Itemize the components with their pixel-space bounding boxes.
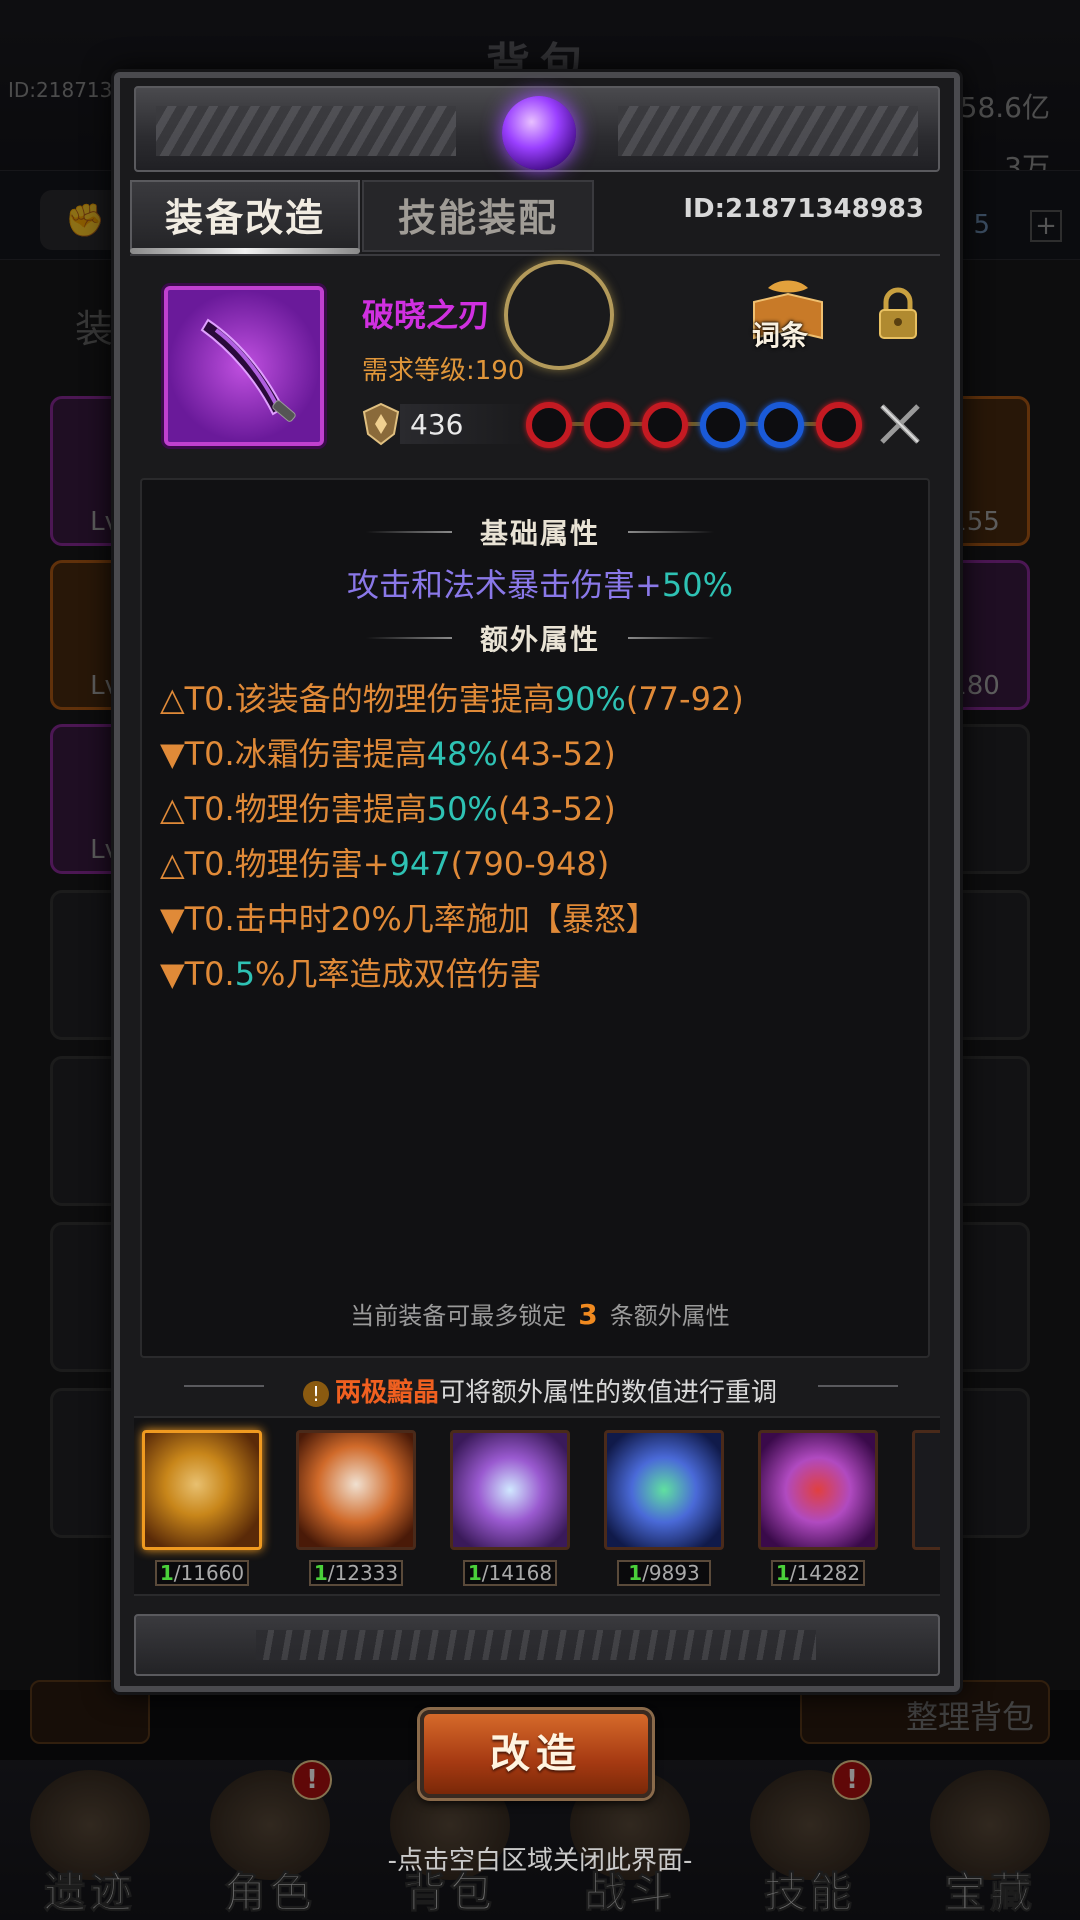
entry-button-label: 词条 [752, 319, 809, 352]
owned-count: 1 [775, 1561, 790, 1585]
owned-count: 1 [467, 1561, 482, 1585]
attribute-value: 5 [234, 955, 256, 993]
gem-socket-red[interactable] [526, 402, 572, 448]
attribute-value: 50% [426, 790, 498, 828]
material-count: 1/14168 [463, 1560, 557, 1586]
tab-skill-equip[interactable]: 技能装配 [362, 180, 594, 252]
extra-attribute[interactable]: ▼T0.击中时20%几率施加【暴怒】 [160, 894, 744, 949]
gem-socket-red[interactable] [584, 402, 630, 448]
material-count: 1/14282 [771, 1560, 865, 1586]
extra-attribute[interactable]: △T0.物理伤害+947(790-948) [160, 839, 744, 894]
panel-bottom-ornament [134, 1614, 940, 1676]
base-attribute: 攻击和法术暴击伤害+50% [0, 560, 1080, 606]
note-text: 条额外属性 [609, 1302, 730, 1330]
extra-attribute[interactable]: ▼T0.冰霜伤害提高48%(43-52) [160, 729, 744, 784]
screen: 背包 ID:218713 58.6亿 .3万 ✊ 5 + 装 Lv 155 Lv… [0, 0, 1080, 1920]
divider [130, 254, 940, 256]
socket-chain [530, 422, 860, 426]
masks-icon [296, 1430, 416, 1550]
lock-count: 3 [578, 1298, 598, 1331]
blade-icon [200, 318, 296, 422]
required-count: /14168 [481, 1561, 553, 1585]
ornament-claw [156, 106, 456, 156]
owned-count: 1 [628, 1561, 643, 1585]
material-item-partial[interactable] [912, 1430, 940, 1550]
attribute-range: (77-92) [625, 680, 744, 718]
attribute-text: △T0.该装备的物理伤害提高 [160, 680, 555, 718]
material-count: 1/12333 [309, 1560, 403, 1586]
attribute-value: 947 [389, 845, 451, 883]
extra-attribute-list: △T0.该装备的物理伤害提高90%(77-92) ▼T0.冰霜伤害提高48%(4… [160, 674, 744, 1004]
crystal-geode-icon [450, 1430, 570, 1550]
attribute-text: △T0.物理伤害提高 [160, 790, 427, 828]
extra-attribute[interactable]: △T0.物理伤害提高50%(43-52) [160, 784, 744, 839]
reforge-button[interactable]: 改造 [420, 1710, 652, 1798]
purple-orb-icon [502, 96, 576, 170]
yin-yang-stone-icon [142, 1430, 262, 1550]
attribute-range: %几率造成双倍伤害 [255, 955, 542, 993]
focus-ring-indicator [504, 260, 614, 370]
gem-socket-red[interactable] [642, 402, 688, 448]
attribute-value: 48% [426, 735, 498, 773]
gem-socket-blue[interactable] [758, 402, 804, 448]
attribute-value: 90% [554, 680, 626, 718]
hint-text: 可将额外属性的数值进行重调 [439, 1378, 778, 1408]
material-item[interactable]: 1/11660 [142, 1430, 262, 1586]
attribute-value: 50% [661, 566, 733, 604]
material-item[interactable]: 1/14282 [758, 1430, 878, 1586]
gem-socket-blue[interactable] [700, 402, 746, 448]
material-list[interactable]: 1/11660 1/12333 1/14168 1/9893 1/14282 [134, 1416, 940, 1596]
lock-icon[interactable] [876, 286, 920, 342]
material-count: 1/11660 [155, 1560, 249, 1586]
item-id: ID:21871348983 [683, 194, 924, 224]
note-text: 当前装备可最多锁定 [350, 1302, 567, 1330]
attribute-range: (43-52) [497, 790, 616, 828]
crossed-swords-icon[interactable] [876, 400, 924, 448]
attribute-text: 攻击和法术暴击伤害+ [347, 566, 662, 604]
material-name: 两极黯晶 [334, 1378, 439, 1408]
required-count: /14282 [789, 1561, 861, 1585]
base-attributes-title: 基础属性 [479, 517, 600, 550]
required-count: /9893 [642, 1561, 700, 1585]
extra-attribute[interactable]: △T0.该装备的物理伤害提高90%(77-92) [160, 674, 744, 729]
material-item[interactable]: 1/14168 [450, 1430, 570, 1586]
material-icon [912, 1430, 940, 1550]
warning-icon: ! [302, 1380, 329, 1407]
prism-ore-icon [604, 1430, 724, 1550]
close-hint[interactable]: -点击空白区域关闭此界面- [0, 1840, 1080, 1877]
owned-count: 1 [159, 1561, 174, 1585]
extra-attributes-title: 额外属性 [479, 623, 600, 656]
required-count: /11660 [173, 1561, 245, 1585]
material-hint: ! 两极黯晶可将额外属性的数值进行重调 [0, 1372, 1080, 1409]
attribute-text: △T0.物理伤害+ [160, 845, 390, 883]
owned-count: 1 [313, 1561, 328, 1585]
lock-limit-note: 当前装备可最多锁定 3 条额外属性 [0, 1296, 1080, 1331]
required-level: 需求等级:190 [362, 356, 525, 386]
attribute-range: (790-948) [450, 845, 610, 883]
required-count: /12333 [327, 1561, 399, 1585]
item-name: 破晓之刃 [362, 296, 491, 334]
tab-equipment-reforge[interactable]: 装备改造 [130, 180, 360, 252]
combat-power-value: 436 [410, 408, 464, 441]
material-item[interactable]: 1/12333 [296, 1430, 416, 1586]
blood-ore-icon [758, 1430, 878, 1550]
gem-socket-red[interactable] [816, 402, 862, 448]
extra-attribute[interactable]: ▼T0.5%几率造成双倍伤害 [160, 949, 744, 1004]
attribute-text: ▼T0.冰霜伤害提高 [160, 735, 427, 773]
material-item[interactable]: 1/9893 [604, 1430, 724, 1586]
item-slot[interactable] [164, 286, 324, 446]
material-count: 1/9893 [617, 1560, 711, 1586]
attribute-range: (43-52) [497, 735, 616, 773]
attribute-text: ▼T0. [160, 955, 235, 993]
combat-power-icon [360, 402, 402, 446]
ornament-claw [618, 106, 918, 156]
attribute-text: ▼T0.击中时20%几率施加【暴怒】 [160, 900, 658, 938]
